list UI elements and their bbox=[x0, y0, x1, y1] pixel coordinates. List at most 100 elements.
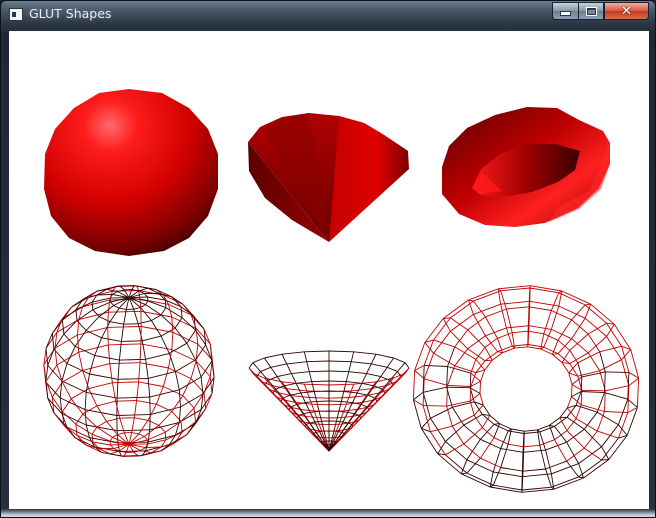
wire-edge bbox=[543, 346, 559, 355]
wire-edge bbox=[575, 418, 598, 432]
wire-edge bbox=[110, 444, 115, 449]
wire-edge bbox=[328, 397, 349, 399]
wire-edge bbox=[109, 307, 120, 322]
wire-edge bbox=[628, 377, 639, 387]
wire-edge bbox=[290, 404, 297, 408]
wire-edge bbox=[145, 300, 149, 305]
wire-edge bbox=[136, 400, 157, 405]
wire-edge bbox=[180, 306, 183, 318]
wire-edge bbox=[587, 352, 601, 371]
wire-edge bbox=[195, 359, 202, 378]
wire-edge bbox=[174, 371, 180, 390]
wire-edge bbox=[423, 386, 447, 393]
wire-edge bbox=[475, 359, 486, 371]
wire-sphere bbox=[43, 285, 215, 457]
wire-edge bbox=[62, 309, 77, 321]
wire-edge bbox=[164, 432, 167, 440]
wire-torus bbox=[412, 285, 640, 493]
wire-edge bbox=[460, 459, 468, 474]
wire-edge bbox=[117, 377, 149, 380]
wire-edge bbox=[139, 362, 169, 369]
wire-edge bbox=[442, 318, 451, 332]
wire-edge bbox=[348, 371, 367, 375]
wire-edge bbox=[291, 371, 310, 375]
wire-edge bbox=[101, 337, 122, 342]
wire-edge bbox=[500, 430, 509, 449]
wire-edge bbox=[270, 363, 287, 368]
wire-edge bbox=[353, 351, 377, 355]
wire-edge bbox=[277, 373, 292, 378]
wire-edge bbox=[433, 317, 451, 341]
maximize-button[interactable] bbox=[578, 2, 604, 20]
wire-edge bbox=[566, 447, 585, 462]
wire-edge bbox=[492, 467, 502, 486]
wire-edge bbox=[554, 426, 567, 443]
minimize-button[interactable] bbox=[552, 2, 578, 20]
wire-edge bbox=[172, 331, 198, 345]
wire-edge bbox=[88, 388, 98, 407]
wire-edge bbox=[561, 362, 570, 374]
wire-edge bbox=[82, 413, 98, 428]
wire-edge bbox=[328, 380, 347, 383]
wire-edge bbox=[393, 357, 406, 364]
wire-edge bbox=[367, 394, 375, 399]
wire-edge bbox=[583, 459, 610, 479]
wire-edge bbox=[54, 348, 58, 366]
wire-edge bbox=[596, 392, 605, 413]
wire-edge bbox=[506, 306, 530, 310]
wire-edge bbox=[566, 407, 577, 419]
wire-edge bbox=[305, 415, 317, 419]
wire-edge bbox=[147, 378, 151, 398]
wire-edge bbox=[447, 384, 471, 387]
wire-edge bbox=[74, 330, 87, 347]
wire-edge bbox=[193, 407, 197, 422]
wire-edge bbox=[341, 415, 353, 419]
wire-edge bbox=[328, 370, 349, 373]
wire-edge bbox=[445, 443, 465, 456]
close-button[interactable]: ✕ bbox=[604, 2, 649, 20]
wire-edge bbox=[581, 389, 606, 392]
title-bar[interactable]: GLUT Shapes ✕ bbox=[1, 1, 655, 29]
wire-edge bbox=[63, 333, 76, 347]
wire-edge bbox=[138, 455, 143, 457]
wire-edge bbox=[178, 389, 181, 408]
wire-edge bbox=[480, 438, 501, 450]
wire-edge bbox=[145, 446, 162, 449]
wire-edge bbox=[500, 444, 509, 468]
wire-edge bbox=[76, 309, 94, 321]
wire-edge bbox=[108, 343, 141, 346]
app-window-icon[interactable] bbox=[9, 8, 23, 21]
wire-edge bbox=[490, 486, 522, 493]
wire-cone bbox=[248, 350, 410, 452]
wire-edge bbox=[171, 332, 174, 350]
wire-edge bbox=[138, 287, 149, 292]
wire-edge bbox=[437, 441, 446, 454]
wire-edge bbox=[149, 397, 151, 415]
wire-edge bbox=[420, 428, 439, 454]
wire-edge bbox=[60, 397, 86, 411]
wire-edge bbox=[571, 376, 583, 385]
wire-edge bbox=[585, 303, 591, 306]
wire-edge bbox=[497, 332, 513, 339]
wire-edge bbox=[451, 425, 465, 445]
wire-edge bbox=[336, 429, 344, 432]
wire-edge bbox=[528, 325, 552, 330]
opengl-canvas[interactable] bbox=[9, 31, 649, 511]
wire-edge bbox=[75, 309, 78, 321]
wire-edge bbox=[493, 423, 500, 425]
wire-edge bbox=[404, 362, 410, 369]
wire-edge bbox=[539, 439, 555, 446]
wire-edge bbox=[571, 384, 573, 397]
wire-edge bbox=[580, 390, 583, 405]
wire-edge bbox=[500, 448, 524, 453]
wire-edge bbox=[587, 333, 601, 353]
wire-edge bbox=[366, 373, 381, 378]
wire-edge bbox=[433, 339, 455, 348]
wire-edge bbox=[179, 376, 202, 391]
wire-edge bbox=[309, 370, 330, 373]
wire-edge bbox=[508, 443, 524, 448]
wire-edge bbox=[500, 304, 507, 329]
wire-edge bbox=[480, 457, 501, 468]
wire-edge bbox=[484, 359, 493, 371]
wire-edge bbox=[82, 363, 110, 371]
